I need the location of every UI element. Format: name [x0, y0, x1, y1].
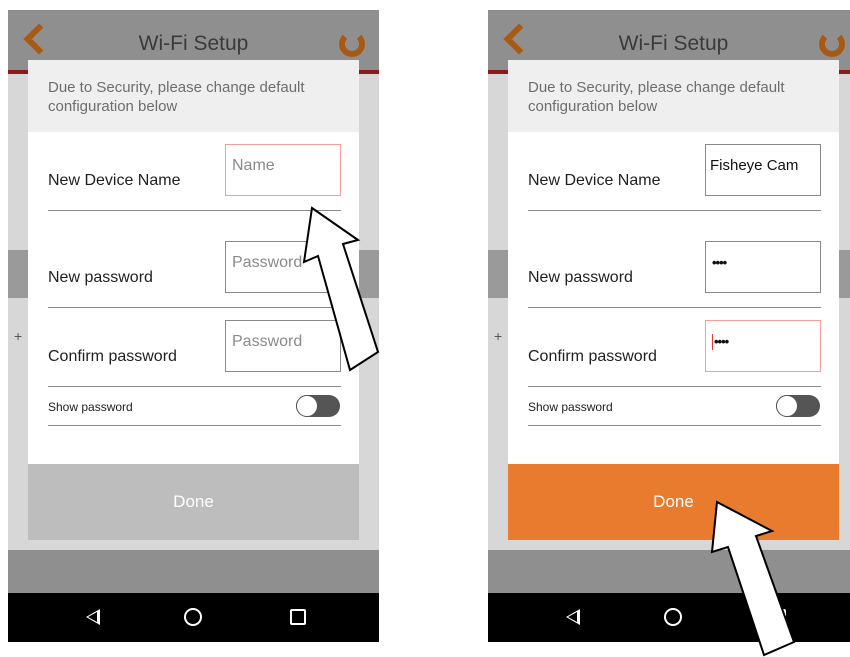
divider — [48, 425, 341, 426]
toggle-knob — [296, 395, 318, 417]
divider — [48, 307, 341, 308]
confirm-password-label: Confirm password — [528, 348, 657, 365]
divider — [528, 210, 821, 211]
dialog-header: Due to Security, please change default c… — [508, 60, 839, 132]
divider — [528, 386, 821, 387]
refresh-icon[interactable] — [339, 31, 365, 57]
device-name-label: New Device Name — [528, 172, 661, 189]
nav-home-icon[interactable] — [664, 608, 682, 626]
nav-back-icon[interactable] — [86, 609, 100, 625]
phone-screen-after: Wi-Fi Setup + Due to Security, please ch… — [488, 10, 850, 642]
page-title: Wi-Fi Setup — [138, 32, 249, 55]
divider — [48, 210, 341, 211]
android-nav-bar — [488, 593, 850, 642]
new-password-input[interactable]: •••• — [705, 241, 821, 293]
device-name-input[interactable]: Name — [225, 144, 341, 196]
refresh-icon[interactable] — [819, 31, 845, 57]
device-name-input[interactable]: Fisheye Cam — [705, 144, 821, 196]
dialog-message: Due to Security, please change default c… — [48, 79, 305, 115]
confirm-password-input[interactable]: •••• — [705, 320, 821, 372]
text-cursor — [712, 333, 713, 350]
show-password-label: Show password — [528, 400, 613, 414]
divider — [528, 425, 821, 426]
new-password-input[interactable]: Password — [225, 241, 341, 293]
background-plus-icon: + — [494, 328, 503, 344]
toggle-knob — [776, 395, 798, 417]
nav-recents-icon[interactable] — [290, 609, 306, 625]
nav-back-icon[interactable] — [566, 609, 580, 625]
device-name-label: New Device Name — [48, 172, 181, 189]
done-button[interactable]: Done — [28, 464, 359, 540]
page-title: Wi-Fi Setup — [618, 32, 729, 55]
security-dialog: Due to Security, please change default c… — [28, 60, 359, 540]
divider — [528, 307, 821, 308]
dialog-message: Due to Security, please change default c… — [528, 79, 785, 115]
done-button[interactable]: Done — [508, 464, 839, 540]
confirm-password-input[interactable]: Password — [225, 320, 341, 372]
android-nav-bar — [8, 593, 379, 642]
phone-screen-before: Wi-Fi Setup + Due to Security, please ch… — [8, 10, 379, 642]
background-plus-icon: + — [14, 328, 23, 344]
password-mask: •••• — [714, 334, 729, 349]
show-password-label: Show password — [48, 400, 133, 414]
password-mask: •••• — [712, 255, 727, 270]
new-password-label: New password — [48, 269, 153, 286]
show-password-toggle[interactable] — [776, 395, 820, 417]
dialog-header: Due to Security, please change default c… — [28, 60, 359, 132]
new-password-label: New password — [528, 269, 633, 286]
security-dialog: Due to Security, please change default c… — [508, 60, 839, 540]
divider — [48, 386, 341, 387]
nav-home-icon[interactable] — [184, 608, 202, 626]
nav-recents-icon[interactable] — [770, 609, 786, 625]
confirm-password-label: Confirm password — [48, 348, 177, 365]
show-password-toggle[interactable] — [296, 395, 340, 417]
